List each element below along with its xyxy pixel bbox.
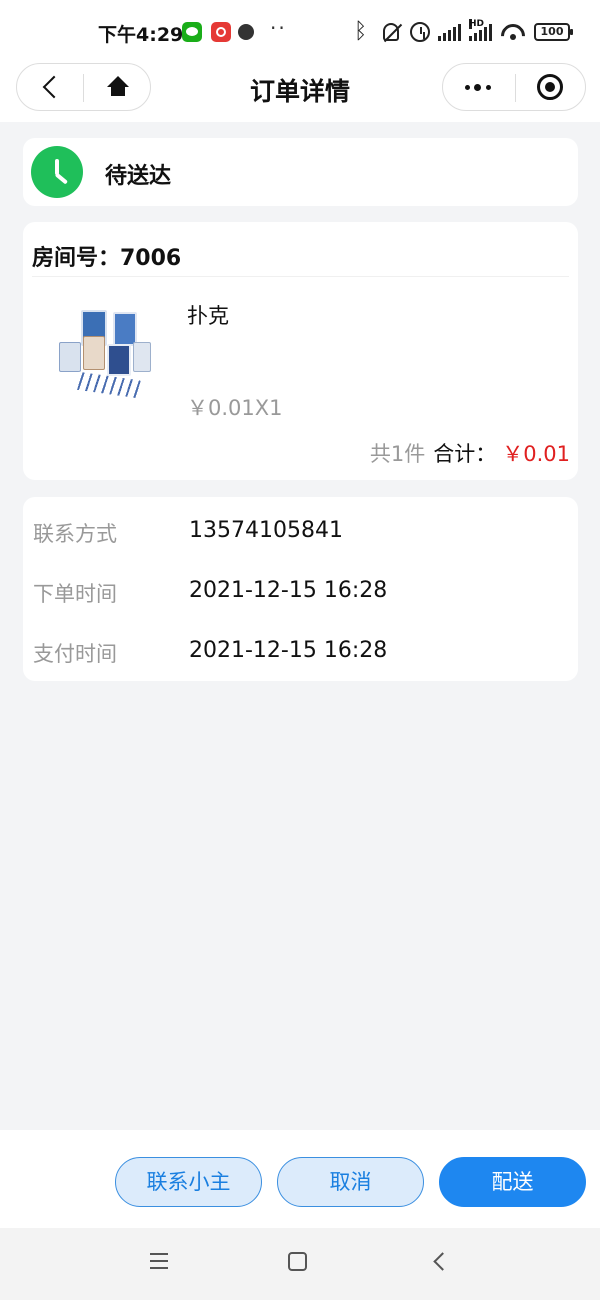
order-status-card: 待送达 <box>23 138 578 206</box>
bottom-action-bar: 联系小主 取消 配送 <box>0 1130 600 1228</box>
hd-label: HD <box>469 19 485 29</box>
order-summary: 共1件 合计： ￥0.01 <box>370 438 570 468</box>
order-info-card: 联系方式 13574105841 下单时间 2021-12-15 16:28 支… <box>23 497 578 681</box>
total-amount: ￥0.01 <box>502 442 570 466</box>
product-name: 扑克 <box>187 304 229 328</box>
app-notification-icon <box>238 24 254 40</box>
wechat-notification-icon <box>182 22 202 42</box>
battery-icon: 100 <box>534 23 573 41</box>
capsule-divider <box>515 74 516 102</box>
pay-time: 2021-12-15 16:28 <box>189 638 388 663</box>
signal-hd-icon: HD <box>469 19 492 41</box>
capsule-divider <box>83 74 84 102</box>
nav-capsule-left <box>16 63 151 111</box>
total-label: 合计： <box>433 442 497 466</box>
more-options-icon[interactable] <box>443 64 515 110</box>
home-icon[interactable] <box>85 64 151 110</box>
room-number: 房间号：7006 <box>32 246 182 271</box>
info-label: 支付时间 <box>33 642 117 666</box>
menu-icon[interactable] <box>150 1253 172 1273</box>
order-status-text: 待送达 <box>105 164 172 189</box>
cancel-button[interactable]: 取消 <box>277 1157 424 1207</box>
item-count: 共1件 <box>369 442 426 466</box>
mute-icon <box>380 21 402 43</box>
bluetooth-icon <box>350 19 372 44</box>
battery-level: 100 <box>540 25 564 38</box>
order-time: 2021-12-15 16:28 <box>189 578 388 603</box>
alarm-icon <box>410 22 430 42</box>
back-icon[interactable] <box>17 64 83 110</box>
info-label: 下单时间 <box>33 582 117 606</box>
signal-icon <box>438 23 461 41</box>
divider <box>32 276 569 277</box>
order-items-card: 房间号：7006 扑克 ￥0.01X1 共1件 合计： ￥0.01 <box>23 222 578 480</box>
info-row-contact: 联系方式 13574105841 <box>33 512 568 552</box>
wifi-icon <box>500 22 526 42</box>
back-arrow-icon[interactable] <box>432 1254 448 1270</box>
info-label: 联系方式 <box>33 522 117 546</box>
system-navigation-bar <box>0 1228 600 1300</box>
contact-customer-button[interactable]: 联系小主 <box>115 1157 262 1207</box>
playing-cards-image <box>53 306 153 406</box>
clock-icon <box>31 146 83 198</box>
info-row-order-time: 下单时间 2021-12-15 16:28 <box>33 572 568 612</box>
home-square-icon[interactable] <box>288 1252 307 1271</box>
status-time: 下午4:29 <box>98 24 184 46</box>
close-miniprogram-icon[interactable] <box>517 64 585 110</box>
navigation-bar: 订单详情 <box>0 62 600 122</box>
info-row-pay-time: 支付时间 2021-12-15 16:28 <box>33 632 568 672</box>
music-notification-icon <box>211 22 231 42</box>
status-bar: 下午4:29 ·· HD 100 <box>0 0 600 62</box>
deliver-button[interactable]: 配送 <box>439 1157 586 1207</box>
more-notifications-icon: ·· <box>270 16 287 40</box>
contact-phone[interactable]: 13574105841 <box>189 518 343 543</box>
status-icons: HD 100 <box>350 18 573 46</box>
product-price-quantity: ￥0.01X1 <box>187 396 283 420</box>
nav-capsule-right <box>442 63 586 111</box>
